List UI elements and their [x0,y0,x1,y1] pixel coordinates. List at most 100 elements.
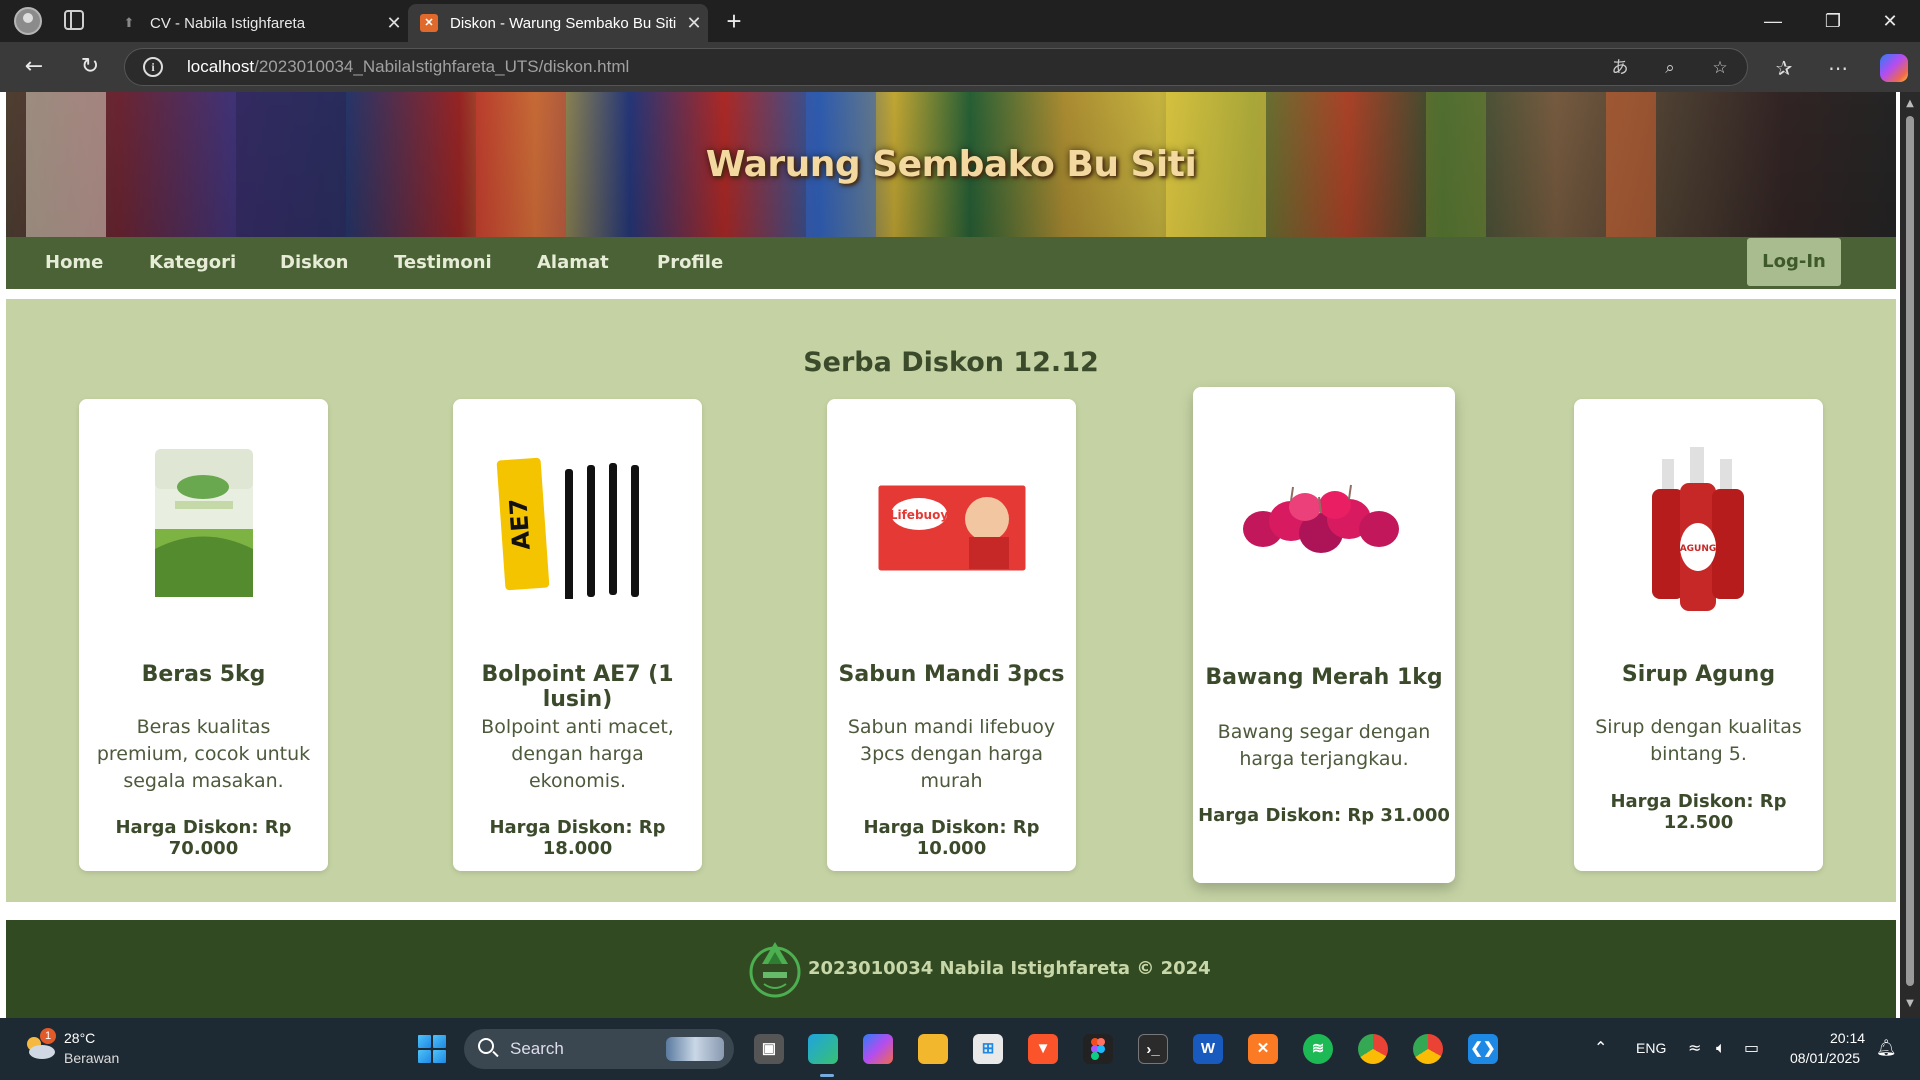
product-card[interactable]: AE7 Bolpoint AE7 (1 lusin) Bolpoint anti… [453,399,702,871]
brave-icon[interactable]: ▼ [1028,1034,1058,1064]
nav-testimoni[interactable]: Testimoni [394,237,492,289]
product-description: Sabun mandi lifebuoy 3pcs dengan harga m… [847,716,1056,792]
product-card[interactable]: Bawang Merah 1kg Bawang segar dengan har… [1193,387,1455,883]
xampp-icon[interactable]: ✕ [1248,1034,1278,1064]
copilot-app-icon[interactable] [863,1034,893,1064]
product-price: Harga Diskon: Rp 10.000 [863,817,1040,859]
tab-cv[interactable]: ⬆ CV - Nabila Istighfareta ✕ [108,4,408,42]
url-path: /2023010034_NabilaIstighfareta_UTS/disko… [254,57,630,76]
minimize-button[interactable]: — [1745,0,1801,42]
clock-date[interactable]: 08/01/2025 [1790,1050,1860,1066]
scrollbar-thumb[interactable] [1906,116,1914,986]
website: Warung Sembako Bu Siti Home Kategori Dis… [6,92,1896,1018]
scroll-up-icon[interactable]: ▲ [1904,98,1916,110]
xampp-icon: ✕ [420,14,438,32]
product-description: Beras kualitas premium, cocok untuk sega… [96,716,311,792]
site-info-icon[interactable]: i [143,57,163,77]
word-icon[interactable]: W [1193,1034,1223,1064]
task-view-icon[interactable]: ▣ [754,1034,784,1064]
address-bar-row: ← ↻ i localhost/2023010034_NabilaIstighf… [0,42,1920,92]
wifi-icon[interactable]: ≈ [1688,1038,1701,1057]
clock-time[interactable]: 20:14 [1830,1030,1865,1046]
nav-kategori[interactable]: Kategori [149,237,236,289]
site-title: Warung Sembako Bu Siti [705,144,1197,185]
tab-actions-icon[interactable] [64,10,84,30]
close-window-button[interactable]: ✕ [1862,0,1918,42]
spotify-icon[interactable]: ≋ [1303,1034,1333,1064]
active-app-indicator [820,1074,834,1077]
product-name: Sabun Mandi 3pcs [838,662,1065,687]
copilot-icon[interactable] [1880,54,1908,82]
close-tab-icon[interactable]: ✕ [680,13,708,34]
search-icon [478,1038,494,1054]
svg-text:AE7: AE7 [504,497,536,550]
product-price: Harga Diskon: Rp 12.500 [1610,791,1787,833]
shallots-image [1193,437,1455,597]
product-card[interactable]: Beras 5kg Beras kualitas premium, cocok … [79,399,328,871]
page-scrollbar[interactable]: ▲ ▼ [1900,92,1920,1018]
file-explorer-icon[interactable] [918,1034,948,1064]
product-name: Bolpoint AE7 (1 lusin) [481,662,674,712]
url-text[interactable]: localhost/2023010034_NabilaIstighfareta_… [187,49,629,85]
tab-title: Diskon - Warung Sembako Bu Siti [450,14,677,32]
edge-icon[interactable] [808,1034,838,1064]
vscode-icon[interactable]: ❮❯ [1468,1034,1498,1064]
nav-alamat[interactable]: Alamat [537,237,609,289]
profile-avatar[interactable] [14,7,42,35]
search-highlight-image [666,1037,724,1061]
product-card[interactable]: Lifebuoy Sabun Mandi 3pcs Sabun mandi li… [827,399,1076,871]
read-aloud-icon[interactable]: あ [1607,55,1633,81]
url-host: localhost [187,57,255,76]
chevron-up-icon[interactable]: ⌃ [1594,1038,1607,1057]
nav-home[interactable]: Home [45,237,103,289]
product-price: Harga Diskon: Rp 18.000 [489,817,666,859]
refresh-icon[interactable]: ↻ [72,50,108,84]
weather-description[interactable]: Berawan [64,1050,119,1066]
soap-image: Lifebuoy [827,439,1076,599]
university-logo-icon [746,938,804,1000]
product-name: Bawang Merah 1kg [1205,665,1443,690]
page-icon: ⬆ [123,15,135,30]
syrup-bottles-image: AGUNG [1574,439,1823,619]
scroll-down-icon[interactable]: ▼ [1904,998,1916,1010]
volume-icon[interactable]: 🔈︎ [1716,1038,1726,1058]
back-arrow-icon[interactable]: ← [16,50,52,84]
footer-copyright: 2023010034 Nabila Istighfareta © 2024 [808,958,1211,979]
taskbar-search[interactable]: Search [464,1029,734,1069]
favorites-icon[interactable]: ✰ [1770,54,1798,82]
product-card[interactable]: AGUNG Sirup Agung Sirup dengan kualitas … [1574,399,1823,871]
windows-start-icon[interactable] [418,1035,446,1063]
nav-diskon[interactable]: Diskon [280,237,349,289]
store-icon[interactable]: ⊞ [973,1034,1003,1064]
section-title: Serba Diskon 12.12 [803,347,1099,378]
product-description: Bolpoint anti macet, dengan harga ekonom… [481,716,674,792]
more-menu-icon[interactable]: ⋯ [1824,54,1852,82]
weather-temperature[interactable]: 28°C [64,1030,95,1046]
tab-diskon[interactable]: ✕ Diskon - Warung Sembako Bu Siti ✕ [408,4,708,42]
page-footer: 2023010034 Nabila Istighfareta © 2024 [6,920,1896,1018]
chrome-icon[interactable] [1358,1034,1388,1064]
header-banner: Warung Sembako Bu Siti [6,92,1896,237]
weather-badge: 1 [40,1028,56,1044]
battery-icon[interactable]: ▭ [1744,1038,1759,1057]
figma-icon[interactable] [1083,1034,1113,1064]
discount-section: Serba Diskon 12.12 Beras 5kg Beras kuali… [6,299,1896,902]
close-tab-icon[interactable]: ✕ [380,13,408,34]
notification-bell-icon[interactable]: 🔔︎ [1876,1038,1896,1057]
login-button[interactable]: Log-In [1747,238,1841,286]
favorite-star-icon[interactable]: ☆ [1707,55,1733,81]
terminal-icon[interactable]: ›_ [1138,1034,1168,1064]
url-input[interactable]: i localhost/2023010034_NabilaIstighfaret… [124,48,1748,86]
product-price: Harga Diskon: Rp 31.000 [1198,805,1450,826]
tab-title: CV - Nabila Istighfareta [150,14,306,32]
new-tab-button[interactable]: + [720,4,748,38]
language-indicator[interactable]: ENG [1636,1040,1666,1056]
nav-profile[interactable]: Profile [657,237,723,289]
zoom-icon[interactable]: ⌕ [1657,55,1683,81]
main-navigation: Home Kategori Diskon Testimoni Alamat Pr… [6,237,1896,289]
chrome-profile-icon[interactable] [1413,1034,1443,1064]
browser-tab-bar: ⬆ CV - Nabila Istighfareta ✕ ✕ Diskon - … [0,0,1920,42]
product-description: Bawang segar dengan harga terjangkau. [1217,721,1431,770]
restore-button[interactable]: ❐ [1805,0,1861,42]
product-name: Beras 5kg [141,662,266,687]
